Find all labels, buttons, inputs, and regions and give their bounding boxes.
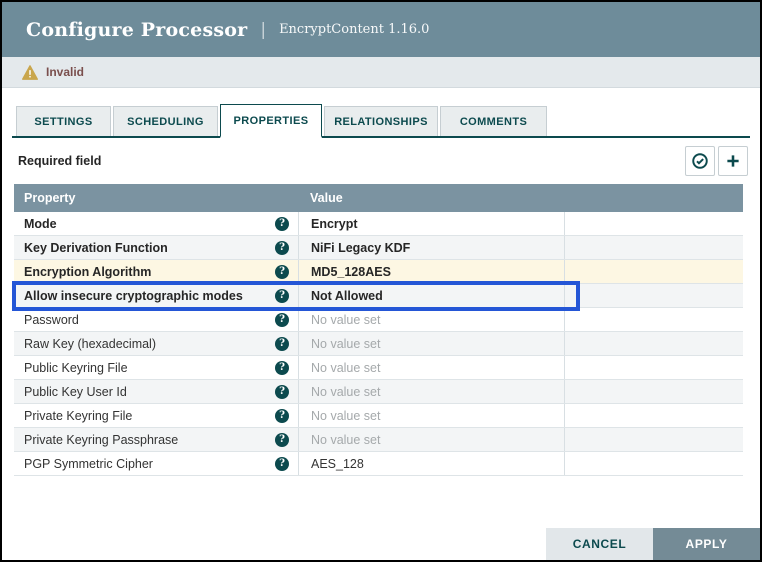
property-name-cell: Public Key User Id?: [14, 380, 298, 403]
verify-properties-icon: [691, 152, 709, 170]
dialog-title: Configure Processor: [26, 19, 247, 41]
property-label: Private Keyring File: [24, 409, 132, 423]
property-name-cell: Public Keyring File?: [14, 356, 298, 379]
property-label: Public Key User Id: [24, 385, 127, 399]
table-row[interactable]: Public Key User Id?No value set: [14, 380, 743, 404]
properties-table-rows: Mode?EncryptKey Derivation Function?NiFi…: [14, 212, 743, 476]
table-row[interactable]: Private Keyring Passphrase?No value set: [14, 428, 743, 452]
property-extra-cell: [564, 404, 743, 427]
property-extra-cell: [564, 284, 743, 307]
property-name-cell: Allow insecure cryptographic modes?: [14, 284, 298, 307]
properties-toolbar: Required field: [12, 138, 750, 184]
property-extra-cell: [564, 332, 743, 355]
question-mark-icon[interactable]: ?: [275, 361, 289, 375]
question-mark-icon[interactable]: ?: [275, 433, 289, 447]
property-label: PGP Symmetric Cipher: [24, 457, 153, 471]
dialog-content: SETTINGS SCHEDULING PROPERTIES RELATIONS…: [2, 104, 760, 476]
tab-properties[interactable]: PROPERTIES: [220, 104, 322, 138]
processor-name-version: EncryptContent 1.16.0: [279, 22, 429, 37]
question-mark-icon[interactable]: ?: [275, 265, 289, 279]
question-mark-icon[interactable]: ?: [275, 337, 289, 351]
column-header-value: Value: [298, 191, 564, 205]
tab-settings[interactable]: SETTINGS: [16, 106, 111, 136]
property-value-cell[interactable]: No value set: [298, 428, 564, 451]
property-value-cell[interactable]: No value set: [298, 404, 564, 427]
property-value-cell[interactable]: MD5_128AES: [298, 260, 564, 283]
validation-status-bar: Invalid: [2, 57, 760, 88]
table-row[interactable]: Allow insecure cryptographic modes?Not A…: [14, 284, 743, 308]
property-name-cell: Mode?: [14, 212, 298, 235]
question-mark-icon[interactable]: ?: [275, 217, 289, 231]
property-label: Allow insecure cryptographic modes: [24, 289, 243, 303]
question-mark-icon[interactable]: ?: [275, 313, 289, 327]
table-header-row: Property Value: [14, 184, 743, 212]
verify-properties-button[interactable]: [685, 146, 715, 176]
property-name-cell: Key Derivation Function?: [14, 236, 298, 259]
property-extra-cell: [564, 212, 743, 235]
question-mark-icon[interactable]: ?: [275, 289, 289, 303]
configure-processor-dialog: Configure Processor | EncryptContent 1.1…: [0, 0, 762, 562]
property-label: Encryption Algorithm: [24, 265, 151, 279]
table-row[interactable]: Mode?Encrypt: [14, 212, 743, 236]
property-label: Mode: [24, 217, 57, 231]
table-row[interactable]: Public Keyring File?No value set: [14, 356, 743, 380]
property-value-cell[interactable]: Not Allowed: [298, 284, 564, 307]
add-property-button[interactable]: [718, 146, 748, 176]
property-extra-cell: [564, 236, 743, 259]
property-name-cell: Password?: [14, 308, 298, 331]
table-row[interactable]: Encryption Algorithm?MD5_128AES: [14, 260, 743, 284]
question-mark-icon[interactable]: ?: [275, 385, 289, 399]
tab-scheduling[interactable]: SCHEDULING: [113, 106, 218, 136]
property-name-cell: PGP Symmetric Cipher?: [14, 452, 298, 475]
property-label: Private Keyring Passphrase: [24, 433, 178, 447]
dialog-header: Configure Processor | EncryptContent 1.1…: [2, 2, 760, 57]
table-row[interactable]: Raw Key (hexadecimal)?No value set: [14, 332, 743, 356]
table-row[interactable]: Private Keyring File?No value set: [14, 404, 743, 428]
question-mark-icon[interactable]: ?: [275, 241, 289, 255]
property-name-cell: Encryption Algorithm?: [14, 260, 298, 283]
tab-comments[interactable]: COMMENTS: [440, 106, 547, 136]
question-mark-icon[interactable]: ?: [275, 457, 289, 471]
property-value-cell[interactable]: No value set: [298, 308, 564, 331]
property-label: Public Keyring File: [24, 361, 128, 375]
table-row[interactable]: Password?No value set: [14, 308, 743, 332]
property-extra-cell: [564, 452, 743, 475]
property-extra-cell: [564, 428, 743, 451]
question-mark-icon[interactable]: ?: [275, 409, 289, 423]
property-name-cell: Private Keyring Passphrase?: [14, 428, 298, 451]
column-header-property: Property: [14, 191, 298, 205]
property-value-cell[interactable]: No value set: [298, 356, 564, 379]
add-property-icon: [724, 152, 742, 170]
property-value-cell[interactable]: Encrypt: [298, 212, 564, 235]
property-label: Raw Key (hexadecimal): [24, 337, 156, 351]
property-extra-cell: [564, 356, 743, 379]
tab-relationships[interactable]: RELATIONSHIPS: [324, 106, 438, 136]
property-value-cell[interactable]: No value set: [298, 332, 564, 355]
table-row[interactable]: Key Derivation Function?NiFi Legacy KDF: [14, 236, 743, 260]
property-extra-cell: [564, 380, 743, 403]
required-field-legend: Required field: [18, 154, 101, 168]
warning-triangle-icon: [22, 65, 38, 80]
table-row[interactable]: PGP Symmetric Cipher?AES_128: [14, 452, 743, 476]
property-extra-cell: [564, 308, 743, 331]
property-extra-cell: [564, 260, 743, 283]
status-badge: Invalid: [46, 65, 84, 79]
property-label: Key Derivation Function: [24, 241, 168, 255]
property-name-cell: Private Keyring File?: [14, 404, 298, 427]
property-name-cell: Raw Key (hexadecimal)?: [14, 332, 298, 355]
properties-table: Property Value Mode?EncryptKey Derivatio…: [14, 184, 743, 476]
apply-button[interactable]: APPLY: [653, 528, 760, 560]
title-separator: |: [260, 20, 266, 40]
property-value-cell[interactable]: AES_128: [298, 452, 564, 475]
property-value-cell[interactable]: No value set: [298, 380, 564, 403]
property-label: Password: [24, 313, 79, 327]
property-value-cell[interactable]: NiFi Legacy KDF: [298, 236, 564, 259]
cancel-button[interactable]: CANCEL: [546, 528, 653, 560]
tab-bar: SETTINGS SCHEDULING PROPERTIES RELATIONS…: [12, 104, 750, 138]
